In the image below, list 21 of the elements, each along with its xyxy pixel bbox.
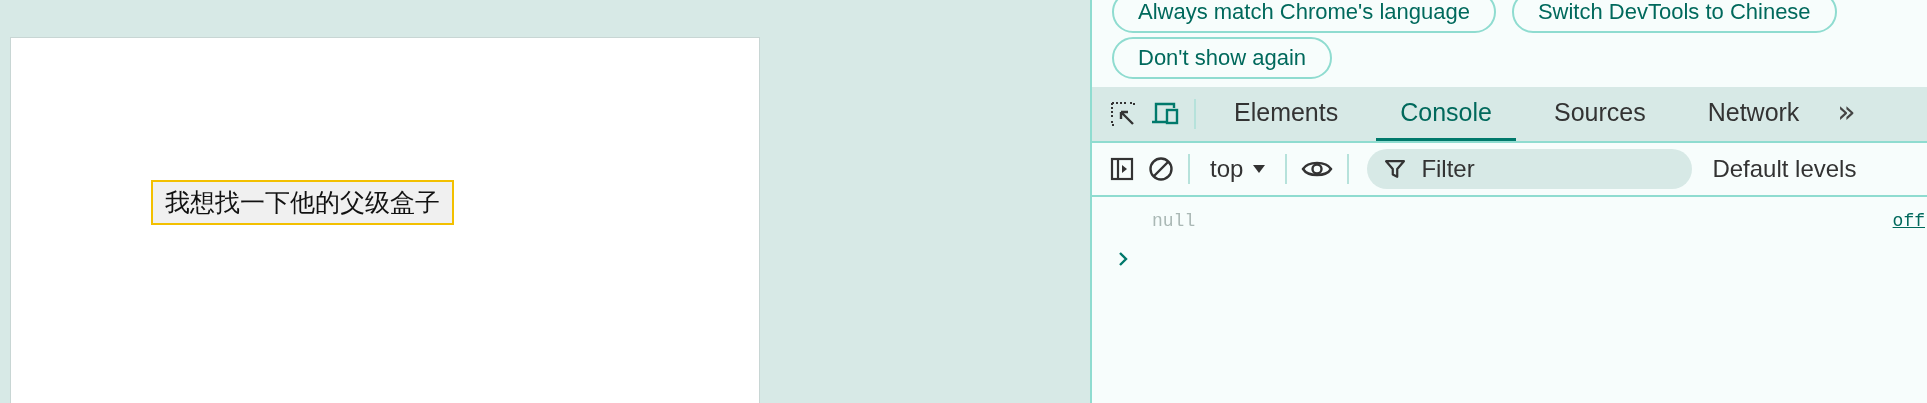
levels-dropdown[interactable]: Default levels — [1706, 155, 1857, 183]
caret-icon — [1253, 165, 1266, 173]
clear-icon[interactable] — [1148, 156, 1174, 182]
panel-tab[interactable]: Network — [1683, 87, 1824, 141]
panel-tab[interactable]: Console — [1376, 87, 1516, 141]
context-dropdown[interactable]: top — [1204, 155, 1272, 183]
filter-field[interactable]: Filter — [1367, 149, 1693, 189]
console-output: null — [1152, 211, 1196, 231]
banner-button[interactable]: Don't show again — [1112, 37, 1333, 79]
panel-tab[interactable]: Elements — [1210, 87, 1363, 141]
filter-icon — [1385, 159, 1406, 179]
banner-button[interactable]: Always match Chrome's language — [1112, 0, 1496, 33]
source-link[interactable]: off — [1892, 211, 1925, 231]
banner-button[interactable]: Switch DevTools to Chinese — [1511, 0, 1837, 33]
sidebar-icon[interactable] — [1110, 157, 1134, 181]
more-tabs-button[interactable]: » — [1837, 93, 1856, 135]
text-box: 我想找一下他的父级盒子 — [151, 180, 454, 225]
inspect-icon[interactable] — [1110, 101, 1136, 127]
panel-tab[interactable]: Sources — [1529, 87, 1670, 141]
device-icon[interactable] — [1150, 101, 1180, 127]
prompt-icon — [1118, 251, 1128, 267]
